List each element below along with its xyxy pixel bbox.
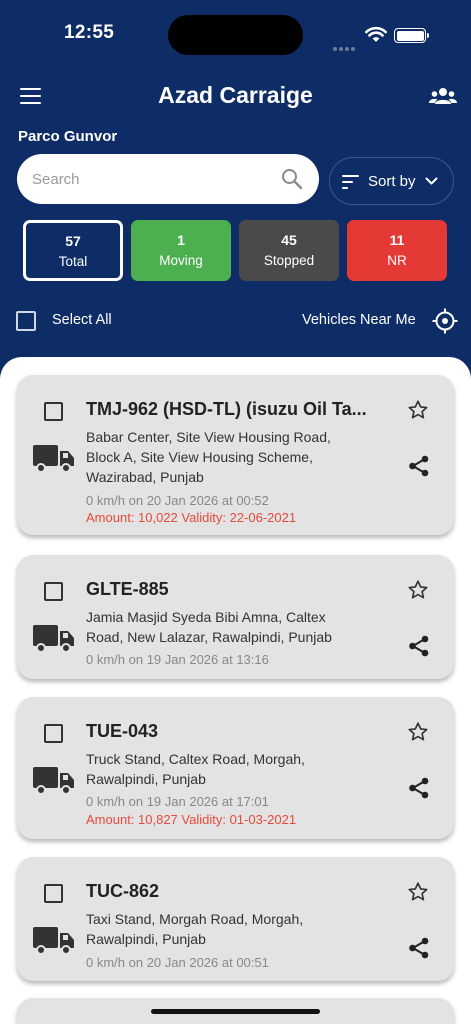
group-users-icon[interactable]	[429, 86, 457, 106]
select-all-checkbox[interactable]	[16, 311, 36, 331]
star-favorite-icon[interactable]	[407, 881, 429, 903]
sort-icon	[342, 175, 359, 189]
sort-by-button[interactable]: Sort by	[329, 157, 454, 205]
vehicle-checkbox[interactable]	[44, 582, 63, 601]
account-name: Parco Gunvor	[18, 128, 118, 145]
vehicle-address: Truck Stand, Caltex Road, Morgah, Rawalp…	[86, 751, 305, 787]
vehicle-checkbox[interactable]	[44, 724, 63, 743]
filter-total[interactable]: 57 Total	[23, 220, 123, 281]
star-favorite-icon[interactable]	[407, 579, 429, 601]
cellular-signal-icon	[333, 38, 357, 56]
vehicle-checkbox[interactable]	[44, 402, 63, 421]
nr-count: 11	[389, 232, 405, 248]
search-icon[interactable]	[281, 168, 303, 190]
vehicle-address: Jamia Masjid Syeda Bibi Amna, Caltex Roa…	[86, 609, 332, 645]
share-icon[interactable]	[408, 777, 430, 799]
moving-label: Moving	[159, 253, 203, 268]
vehicle-address: Babar Center, Site View Housing Road, Bl…	[86, 429, 331, 485]
search-box	[17, 154, 319, 204]
truck-icon	[33, 625, 74, 653]
vehicles-near-me-link[interactable]: Vehicles Near Me	[302, 312, 416, 328]
dynamic-island	[168, 15, 303, 55]
vehicle-amount-validity: Amount: 10,827 Validity: 01-03-2021	[86, 812, 297, 827]
battery-icon	[394, 28, 429, 43]
sort-by-label: Sort by	[368, 173, 416, 190]
vehicle-card[interactable]: TUC-862 Taxi Stand, Morgah Road, Morgah,…	[17, 857, 454, 981]
vehicle-checkbox[interactable]	[44, 884, 63, 903]
vehicle-card[interactable]: TUE-043 Truck Stand, Caltex Road, Morgah…	[17, 697, 454, 839]
app-title: Azad Carraige	[158, 82, 313, 108]
app-bar: Azad Carraige	[0, 78, 471, 116]
vehicle-card[interactable]: TMJ-962 (HSD-TL) (isuzu Oil Ta... Babar …	[17, 375, 454, 535]
stopped-count: 45	[281, 232, 297, 248]
vehicle-card[interactable]: GLTE-885 Jamia Masjid Syeda Bibi Amna, C…	[17, 555, 454, 679]
star-favorite-icon[interactable]	[407, 399, 429, 421]
wifi-icon	[365, 26, 387, 42]
truck-icon	[33, 767, 74, 795]
vehicle-speed-time: 0 km/h on 19 Jan 2026 at 13:16	[86, 652, 269, 667]
vehicle-speed-time: 0 km/h on 19 Jan 2026 at 17:01	[86, 794, 269, 809]
truck-icon	[33, 927, 74, 955]
filter-stopped[interactable]: 45 Stopped	[239, 220, 339, 281]
vehicle-title: TUE-043	[86, 721, 159, 741]
total-label: Total	[58, 254, 88, 269]
filter-nr[interactable]: 11 NR	[347, 220, 447, 281]
vehicle-title: TUC-862	[86, 881, 160, 901]
filter-moving[interactable]: 1 Moving	[131, 220, 231, 281]
star-favorite-icon[interactable]	[407, 721, 429, 743]
vehicle-speed-time: 0 km/h on 20 Jan 2026 at 00:52	[86, 493, 269, 508]
vehicle-list: TMJ-962 (HSD-TL) (isuzu Oil Ta... Babar …	[0, 357, 471, 1024]
status-time: 12:55	[64, 22, 115, 43]
share-icon[interactable]	[408, 937, 430, 959]
total-count: 57	[65, 233, 81, 249]
status-bar: 12:55	[0, 0, 471, 70]
vehicle-title: TMJ-962 (HSD-TL) (isuzu Oil Ta...	[86, 399, 367, 419]
crosshair-location-icon[interactable]	[432, 308, 458, 334]
truck-icon	[33, 445, 74, 473]
share-icon[interactable]	[408, 455, 430, 477]
moving-count: 1	[177, 232, 185, 248]
chevron-down-icon	[425, 177, 438, 185]
home-indicator	[151, 1009, 320, 1014]
nr-label: NR	[387, 253, 407, 268]
vehicle-title: GLTE-885	[86, 579, 169, 599]
vehicle-address: Taxi Stand, Morgah Road, Morgah, Rawalpi…	[86, 911, 304, 947]
vehicle-speed-time: 0 km/h on 20 Jan 2026 at 00:51	[86, 955, 269, 970]
search-input[interactable]	[32, 167, 272, 191]
select-all-label: Select All	[52, 312, 112, 328]
stopped-label: Stopped	[263, 253, 315, 268]
vehicle-amount-validity: Amount: 10,022 Validity: 22-06-2021	[86, 510, 297, 525]
share-icon[interactable]	[408, 635, 430, 657]
